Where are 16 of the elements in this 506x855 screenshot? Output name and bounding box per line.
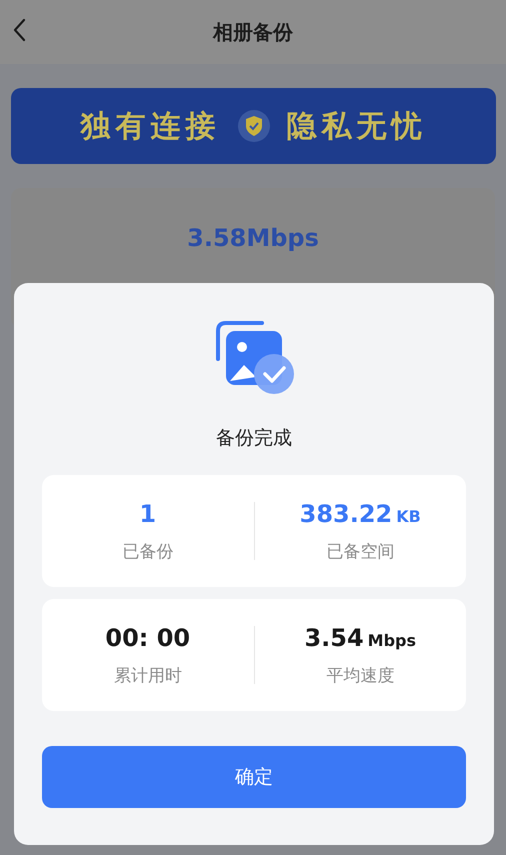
confirm-button[interactable]: 确定 xyxy=(42,746,466,808)
back-button[interactable] xyxy=(12,18,26,42)
stat-value: 1 xyxy=(139,500,156,528)
dialog-title: 备份完成 xyxy=(216,426,292,451)
stat-value: 00: 00 xyxy=(105,624,190,652)
stat-label: 已备份 xyxy=(122,540,174,562)
stat-value: 3.54 Mbps xyxy=(304,624,416,652)
speed-value: 3.58Mbps xyxy=(186,224,320,252)
banner-text: 独有连接 xyxy=(80,108,220,146)
stat-label: 累计用时 xyxy=(114,664,182,686)
page-title: 相册备份 xyxy=(213,18,293,46)
banner-text: 隐私无忧 xyxy=(286,108,426,146)
shield-icon xyxy=(236,109,270,143)
stat-label: 已备空间 xyxy=(326,540,394,562)
stat-label: 平均速度 xyxy=(326,664,394,686)
stat-value: 383.22 KB xyxy=(300,500,421,528)
